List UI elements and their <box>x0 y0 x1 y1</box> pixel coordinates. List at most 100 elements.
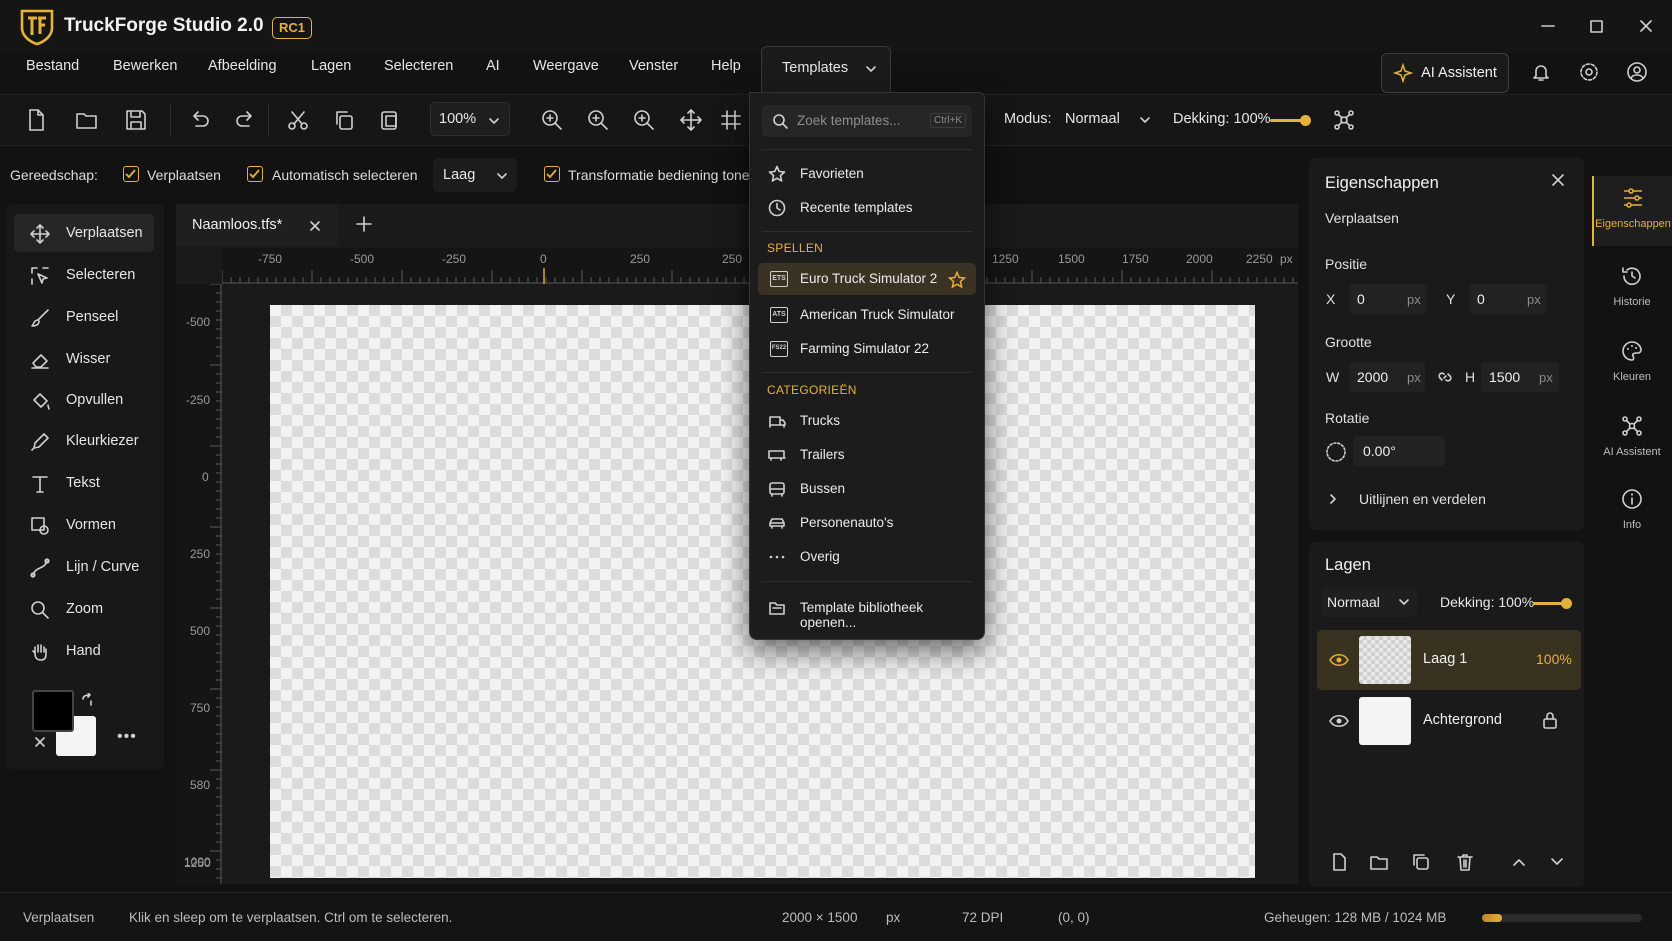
reset-colors-icon[interactable] <box>34 736 46 748</box>
width-input[interactable]: 2000 px <box>1349 362 1425 392</box>
template-search-input[interactable]: Zoek templates... Ctrl+K <box>762 105 972 137</box>
tool-text[interactable]: Tekst <box>14 464 154 502</box>
tool-select[interactable]: Selecteren <box>14 256 154 294</box>
tool-brush[interactable]: Penseel <box>14 298 154 336</box>
target-select[interactable]: Laag <box>433 158 517 192</box>
dropdown-item-other[interactable]: Overig <box>758 541 976 573</box>
gear-icon[interactable] <box>1578 61 1600 83</box>
sidebar-item-colors[interactable]: Kleuren <box>1592 329 1672 399</box>
favorite-star-icon[interactable] <box>948 271 966 289</box>
mode-select[interactable]: Normaal <box>1060 102 1160 136</box>
menu-help[interactable]: Help <box>711 58 741 74</box>
open-library-button[interactable]: Template bibliotheek openen... <box>758 592 976 630</box>
close-tab-icon[interactable] <box>308 219 322 233</box>
redo-icon[interactable] <box>232 107 258 133</box>
align-distribute-toggle[interactable]: Uitlijnen en verdelen <box>1359 491 1486 507</box>
menu-venster[interactable]: Venster <box>629 58 678 74</box>
sidebar-item-history[interactable]: Historie <box>1592 254 1672 324</box>
tool-eraser[interactable]: Wisser <box>14 340 154 378</box>
dropdown-item-favorites[interactable]: Favorieten <box>758 158 976 190</box>
tool-curve[interactable]: Lijn / Curve <box>14 548 154 586</box>
tool-shapes[interactable]: Vormen <box>14 506 154 544</box>
sidebar-item-ai-assistant[interactable]: AI Assistent <box>1592 404 1672 474</box>
height-input[interactable]: 1500 px <box>1481 362 1559 392</box>
lock-icon[interactable] <box>1541 710 1559 730</box>
rotation-input[interactable]: 0.00° <box>1353 436 1445 466</box>
search-placeholder: Zoek templates... <box>797 113 901 128</box>
dropdown-item-trucks[interactable]: Trucks <box>758 405 976 437</box>
menu-weergave[interactable]: Weergave <box>533 58 599 74</box>
sidebar-item-info[interactable]: Info <box>1592 477 1672 547</box>
rotation-dial-icon[interactable] <box>1325 441 1347 463</box>
menu-bewerken[interactable]: Bewerken <box>113 58 177 74</box>
move-layer-down-icon[interactable] <box>1549 854 1565 870</box>
blend-mode-select[interactable]: Normaal <box>1321 587 1417 617</box>
dropdown-item-cars[interactable]: Personenauto's <box>758 507 976 539</box>
eye-icon[interactable] <box>1329 713 1349 729</box>
user-icon[interactable] <box>1626 61 1648 83</box>
undo-icon[interactable] <box>187 107 213 133</box>
tool-move[interactable]: Verplaatsen <box>14 214 154 252</box>
ai-nodes-icon[interactable] <box>1331 107 1357 133</box>
add-tab-icon[interactable] <box>354 214 374 234</box>
document-tab[interactable]: Naamloos.tfs* <box>176 204 338 246</box>
foreground-color-swatch[interactable] <box>32 690 74 732</box>
transform-checkbox[interactable] <box>544 166 560 182</box>
ai-assistant-button[interactable]: AI Assistent <box>1381 53 1509 93</box>
menu-templates[interactable]: Templates <box>761 46 891 92</box>
pan-icon[interactable] <box>678 107 704 133</box>
menu-selecteren[interactable]: Selecteren <box>384 58 453 74</box>
release-badge: RC1 <box>272 17 313 39</box>
tool-hand[interactable]: Hand <box>14 632 154 670</box>
zoom-in-icon[interactable] <box>539 107 565 133</box>
zoom-out-icon[interactable] <box>585 107 611 133</box>
dropdown-item-fs22[interactable]: FS22 Farming Simulator 22 <box>758 333 976 365</box>
bell-icon[interactable] <box>1530 61 1552 83</box>
menu-ai[interactable]: AI <box>486 58 500 74</box>
eye-icon[interactable] <box>1329 652 1349 668</box>
swap-colors-icon[interactable] <box>80 693 94 707</box>
dropdown-item-ets2[interactable]: ETS Euro Truck Simulator 2 <box>758 263 976 295</box>
vertical-ruler: -500 -250 0 250 500 750 580 1000 <box>176 284 222 884</box>
new-layer-icon[interactable] <box>1329 852 1349 872</box>
link-icon[interactable] <box>1437 369 1453 385</box>
zoom-fit-icon[interactable] <box>631 107 657 133</box>
menu-bestand[interactable]: Bestand <box>26 58 79 74</box>
auto-select-checkbox[interactable] <box>247 166 263 182</box>
minimize-icon[interactable] <box>1536 14 1560 38</box>
menu-lagen[interactable]: Lagen <box>311 58 351 74</box>
close-panel-icon[interactable] <box>1550 172 1566 188</box>
paste-icon[interactable] <box>376 107 402 133</box>
tool-fill[interactable]: Opvullen <box>14 381 154 419</box>
dropdown-item-trailers[interactable]: Trailers <box>758 439 976 471</box>
close-window-icon[interactable] <box>1634 14 1658 38</box>
new-file-icon[interactable] <box>23 107 49 133</box>
save-icon[interactable] <box>123 107 149 133</box>
dropdown-item-buses[interactable]: Bussen <box>758 473 976 505</box>
menu-afbeelding[interactable]: Afbeelding <box>208 58 277 74</box>
dropdown-item-ats[interactable]: ATS American Truck Simulator <box>758 299 976 331</box>
y-input[interactable]: 0 px <box>1469 284 1547 314</box>
duplicate-layer-icon[interactable] <box>1411 852 1431 872</box>
zoom-select[interactable]: 100% <box>430 102 510 136</box>
copy-icon[interactable] <box>331 107 357 133</box>
maximize-icon[interactable] <box>1584 14 1608 38</box>
open-folder-icon[interactable] <box>74 107 100 133</box>
tool-eyedropper[interactable]: Kleurkiezer <box>14 422 154 460</box>
tool-zoom[interactable]: Zoom <box>14 590 154 628</box>
layer-row-achtergrond[interactable]: Achtergrond <box>1317 691 1581 751</box>
sidebar-item-properties[interactable]: Eigenschappen <box>1592 176 1672 246</box>
move-checkbox[interactable] <box>123 166 139 182</box>
move-layer-up-icon[interactable] <box>1511 854 1527 870</box>
opacity-slider-knob[interactable] <box>1300 115 1311 126</box>
trash-icon[interactable] <box>1455 852 1475 872</box>
layer-row-laag1[interactable]: Laag 1 100% <box>1317 630 1581 690</box>
dropdown-item-recent[interactable]: Recente templates <box>758 192 976 224</box>
cut-icon[interactable] <box>285 107 311 133</box>
more-icon[interactable]: ••• <box>117 728 137 746</box>
opacity-slider[interactable] <box>1270 114 1311 126</box>
layer-opacity-slider[interactable] <box>1533 598 1573 610</box>
x-input[interactable]: 0 px <box>1349 284 1427 314</box>
layer-folder-icon[interactable] <box>1369 852 1389 872</box>
grid-icon[interactable] <box>718 107 744 133</box>
